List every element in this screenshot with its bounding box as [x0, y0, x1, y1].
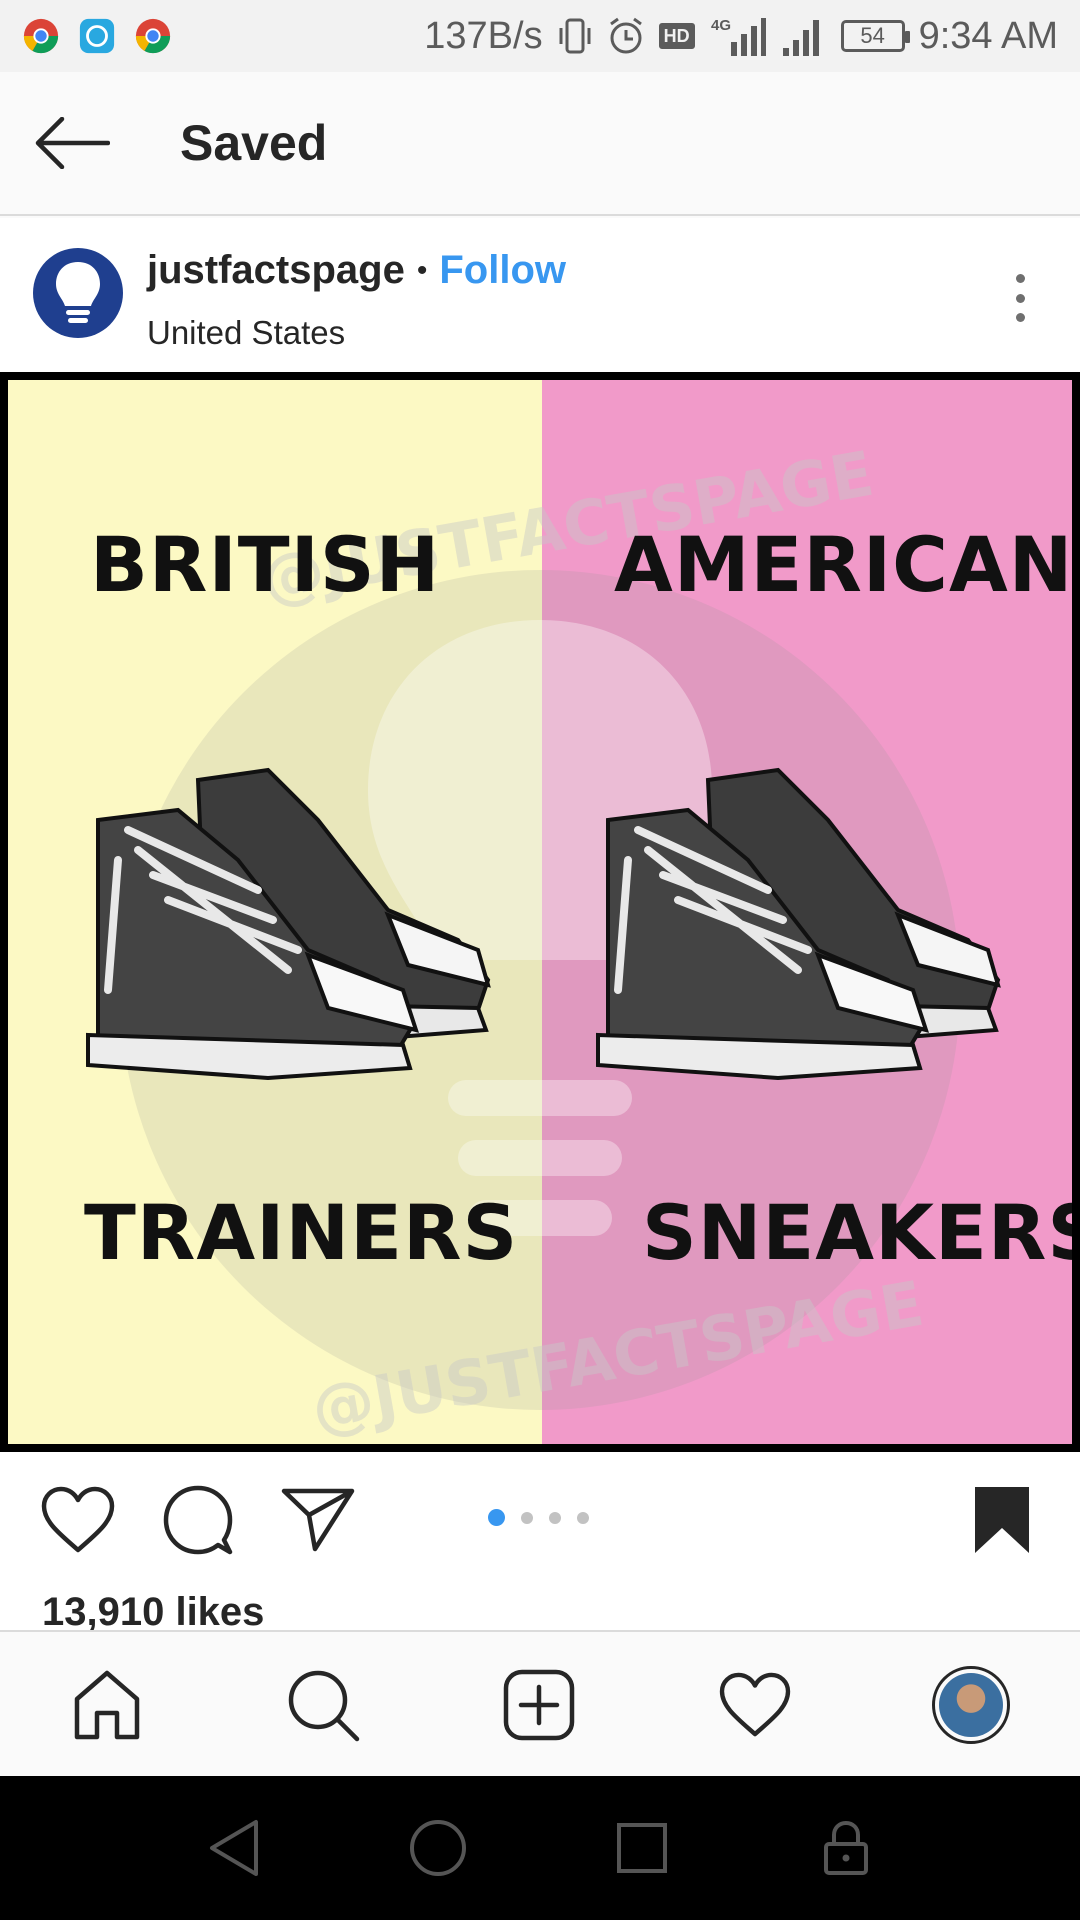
app-header: Saved	[0, 72, 1080, 216]
nav-profile-button[interactable]	[926, 1660, 1016, 1750]
new-post-icon	[503, 1669, 575, 1741]
system-lock-button[interactable]	[810, 1812, 882, 1884]
sneakers-right-image	[596, 767, 1001, 1080]
more-dot-icon	[1015, 293, 1025, 303]
chrome-icon	[135, 18, 171, 54]
carousel-indicator	[488, 1509, 589, 1526]
system-navigation-bar	[0, 1776, 1080, 1920]
post-location[interactable]: United States	[147, 314, 345, 352]
chrome-icon	[23, 18, 59, 54]
profile-avatar-ring	[932, 1666, 1010, 1744]
label-american: AMERICAN	[614, 520, 1072, 609]
more-options-button[interactable]	[1000, 268, 1040, 328]
home-icon	[74, 1670, 140, 1740]
nav-home-button[interactable]	[62, 1660, 152, 1750]
carousel-dot	[521, 1511, 533, 1524]
label-british: BRITISH	[90, 520, 441, 609]
signal-bars-icon	[782, 20, 819, 56]
paper-plane-icon	[281, 1488, 355, 1552]
carousel-dot	[577, 1511, 589, 1524]
likes-count[interactable]: 13,910 likes	[42, 1590, 264, 1635]
signal-4g-icon: 4G	[711, 17, 766, 56]
comment-bubble-icon	[163, 1485, 233, 1555]
nav-search-button[interactable]	[278, 1660, 368, 1750]
system-recents-button[interactable]	[606, 1812, 678, 1884]
more-dot-icon	[1015, 274, 1025, 283]
battery-level: 54	[860, 23, 885, 48]
label-trainers: TRAINERS	[84, 1188, 519, 1277]
nav-activity-button[interactable]	[710, 1660, 800, 1750]
back-button[interactable]	[0, 71, 144, 215]
follow-button[interactable]: Follow	[439, 248, 566, 293]
network-speed: 137B/s	[424, 14, 543, 57]
svg-text:4G: 4G	[711, 17, 731, 34]
home-circle-icon	[410, 1820, 466, 1876]
bottom-navigation	[0, 1630, 1080, 1776]
carousel-dot	[549, 1511, 561, 1524]
save-button[interactable]	[962, 1480, 1042, 1560]
carousel-dot-active	[488, 1509, 505, 1526]
system-back-button[interactable]	[198, 1812, 270, 1884]
status-notification-icons	[22, 17, 172, 55]
share-button[interactable]	[278, 1480, 358, 1560]
author-row: justfactspage • Follow	[147, 248, 566, 293]
lightbulb-icon	[56, 262, 100, 323]
arrow-left-icon	[35, 117, 110, 169]
sneakers-left-image	[86, 767, 491, 1080]
profile-avatar	[939, 1673, 1003, 1737]
app-notification-icon	[79, 18, 115, 54]
lock-icon	[824, 1820, 868, 1875]
comment-button[interactable]	[158, 1480, 238, 1560]
page-title: Saved	[180, 115, 328, 171]
back-triangle-icon	[210, 1820, 258, 1876]
alarm-icon	[609, 17, 642, 54]
label-sneakers: SNEAKERS	[642, 1188, 1072, 1277]
heart-icon	[41, 1486, 115, 1553]
search-icon	[288, 1670, 360, 1742]
post-image[interactable]: @JUSTFACTSPAGE @JUSTFACTSPAGE BRITISH AM…	[0, 372, 1080, 1452]
author-avatar[interactable]	[33, 248, 123, 338]
author-username[interactable]: justfactspage	[147, 248, 405, 293]
more-dot-icon	[1015, 313, 1025, 322]
status-bar: 137B/s HD 4G 54 9:34 AM	[0, 0, 1080, 72]
post-image-content: @JUSTFACTSPAGE @JUSTFACTSPAGE BRITISH AM…	[8, 380, 1072, 1444]
like-button[interactable]	[38, 1480, 118, 1560]
recents-square-icon	[617, 1823, 667, 1873]
battery-icon: 54	[840, 20, 910, 52]
activity-heart-icon	[719, 1672, 791, 1737]
post-header: justfactspage • Follow United States	[0, 218, 1080, 374]
bookmark-filled-icon	[975, 1487, 1029, 1553]
nav-new-post-button[interactable]	[494, 1660, 584, 1750]
status-system-indicators: 137B/s HD 4G 54 9:34 AM	[424, 14, 1058, 58]
clock: 9:34 AM	[918, 14, 1058, 57]
system-home-button[interactable]	[402, 1812, 474, 1884]
separator-dot: •	[416, 253, 428, 287]
vibrate-icon	[559, 18, 591, 54]
hd-badge: HD	[658, 23, 695, 49]
